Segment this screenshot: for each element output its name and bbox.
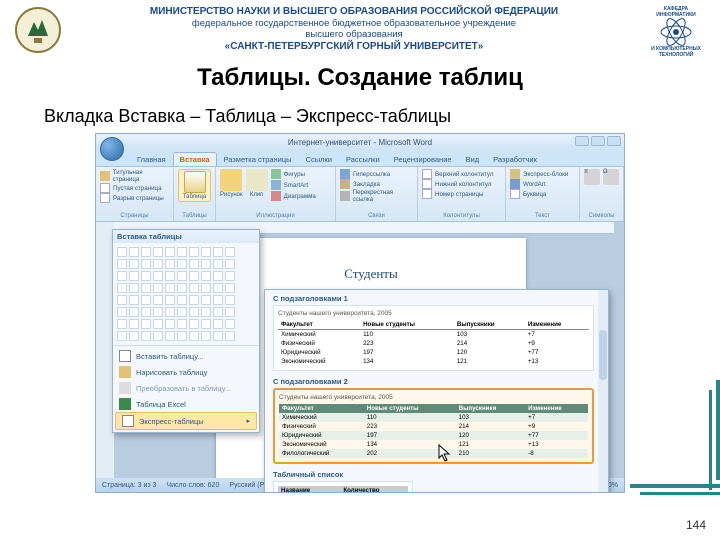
- chart-button[interactable]: Диаграмма: [271, 191, 316, 201]
- tab-developer[interactable]: Разработчик: [486, 152, 544, 166]
- hyperlink-button[interactable]: Гиперссылка: [340, 169, 413, 179]
- office-button[interactable]: [100, 137, 124, 161]
- slide-decoration: [630, 380, 720, 500]
- pagenum-button[interactable]: Номер страницы: [422, 189, 501, 199]
- tab-layout[interactable]: Разметка страницы: [217, 152, 299, 166]
- window-title: Интернет-университет - Microsoft Word: [288, 138, 432, 147]
- status-words: Число слов: 620: [166, 482, 219, 489]
- quickparts-button[interactable]: Экспресс-блоки: [510, 169, 575, 179]
- status-page: Страница: 3 из 3: [102, 482, 156, 489]
- gallery-item-3[interactable]: НазваниеКоличество Книги1 Журналы3 Блокн…: [273, 481, 413, 493]
- slide-caption: Вкладка Вставка – Таблица – Экспресс-таб…: [44, 106, 720, 127]
- gallery-scrollbar[interactable]: [598, 290, 608, 493]
- wordart-button[interactable]: WordArt: [510, 179, 575, 189]
- dropcap-button[interactable]: Буквица: [510, 189, 575, 199]
- doc-heading: Студенты: [216, 266, 526, 282]
- header-line2: федеральное государственное бюджетное об…: [72, 18, 636, 29]
- chevron-right-icon: ▸: [246, 417, 250, 425]
- shapes-button[interactable]: Фигуры: [271, 169, 316, 179]
- header-text: МИНИСТЕРСТВО НАУКИ И ВЫСШЕГО ОБРАЗОВАНИЯ…: [72, 6, 636, 53]
- ribbon-tabs: Главная Вставка Разметка страницы Ссылки…: [130, 150, 624, 166]
- word-screenshot: Интернет-университет - Microsoft Word Гл…: [95, 133, 625, 493]
- convert-table-item[interactable]: Преобразовать в таблицу...: [113, 380, 259, 396]
- tab-mailings[interactable]: Рассылки: [339, 152, 387, 166]
- symbol-button[interactable]: Ω: [603, 169, 619, 185]
- gallery-section-1: С подзаголовками 1: [273, 294, 594, 303]
- window-titlebar: Интернет-университет - Microsoft Word: [96, 134, 624, 150]
- gallery-item-1[interactable]: Студенты нашего университета, 2005 Факул…: [273, 305, 594, 371]
- mouse-cursor-icon: [438, 444, 452, 464]
- preview-table-3: НазваниеКоличество Книги1 Журналы3 Блокн…: [278, 486, 408, 493]
- insert-table-item[interactable]: Вставить таблицу...: [113, 348, 259, 364]
- clip-button[interactable]: Клип: [246, 169, 268, 201]
- minimize-button: [575, 136, 589, 146]
- equation-button[interactable]: π: [584, 169, 600, 185]
- gallery-section-2: С подзаголовками 2: [273, 377, 594, 386]
- page-break-button[interactable]: Разрыв страницы: [100, 193, 169, 203]
- maximize-button: [591, 136, 605, 146]
- blank-page-button[interactable]: Пустая страница: [100, 183, 169, 193]
- quick-tables-gallery: С подзаголовками 1 Студенты нашего униве…: [264, 289, 609, 493]
- header-line3: высшего образования: [72, 29, 636, 40]
- slide-number: 144: [686, 518, 706, 532]
- preview-table-1: ФакультетНовые студентыВыпускникиИзменен…: [278, 320, 589, 366]
- quick-tables-item[interactable]: Экспресс-таблицы▸: [115, 412, 257, 430]
- tab-review[interactable]: Рецензирование: [387, 152, 459, 166]
- window-controls[interactable]: [575, 136, 621, 146]
- table-grid-picker[interactable]: [113, 243, 259, 345]
- footer-button[interactable]: Нижний колонтитул: [422, 179, 501, 189]
- insert-table-head: Вставка таблицы: [113, 230, 259, 243]
- crossref-button[interactable]: Перекрестная ссылка: [340, 189, 413, 203]
- slide-title: Таблицы. Создание таблиц: [0, 64, 720, 92]
- university-emblem-left: [14, 6, 62, 54]
- preview-table-2: ФакультетНовые студентыВыпускникиИзменен…: [279, 404, 588, 458]
- table-button[interactable]: Таблица: [178, 169, 211, 202]
- cover-page-button[interactable]: Титульная страница: [100, 169, 169, 183]
- header-line4: «САНКТ-ПЕТЕРБУРГСКИЙ ГОРНЫЙ УНИВЕРСИТЕТ»: [72, 41, 636, 53]
- bookmark-button[interactable]: Закладка: [340, 179, 413, 189]
- draw-table-item[interactable]: Нарисовать таблицу: [113, 364, 259, 380]
- insert-table-dropdown: Вставка таблицы Вставить таблицу... Нари…: [112, 229, 260, 433]
- close-button: [607, 136, 621, 146]
- picture-button[interactable]: Рисунок: [220, 169, 243, 201]
- ribbon: Титульная страница Пустая страница Разры…: [96, 166, 624, 222]
- tab-insert[interactable]: Вставка: [173, 152, 217, 166]
- tab-references[interactable]: Ссылки: [299, 152, 339, 166]
- gallery-section-3: Табличный список: [273, 470, 594, 479]
- smartart-button[interactable]: SmartArt: [271, 180, 316, 190]
- tab-home[interactable]: Главная: [130, 152, 173, 166]
- dept-emblem-right: КАФЕДРА ИНФОРМАТИКИ И КОМПЬЮТЕРНЫХ ТЕХНО…: [646, 6, 706, 62]
- gallery-item-2[interactable]: Студенты нашего университета, 2005 Факул…: [273, 388, 594, 464]
- tab-view[interactable]: Вид: [459, 152, 487, 166]
- ministry-line: МИНИСТЕРСТВО НАУКИ И ВЫСШЕГО ОБРАЗОВАНИЯ…: [72, 6, 636, 18]
- excel-table-item[interactable]: Таблица Excel: [113, 396, 259, 412]
- header-button[interactable]: Верхний колонтитул: [422, 169, 501, 179]
